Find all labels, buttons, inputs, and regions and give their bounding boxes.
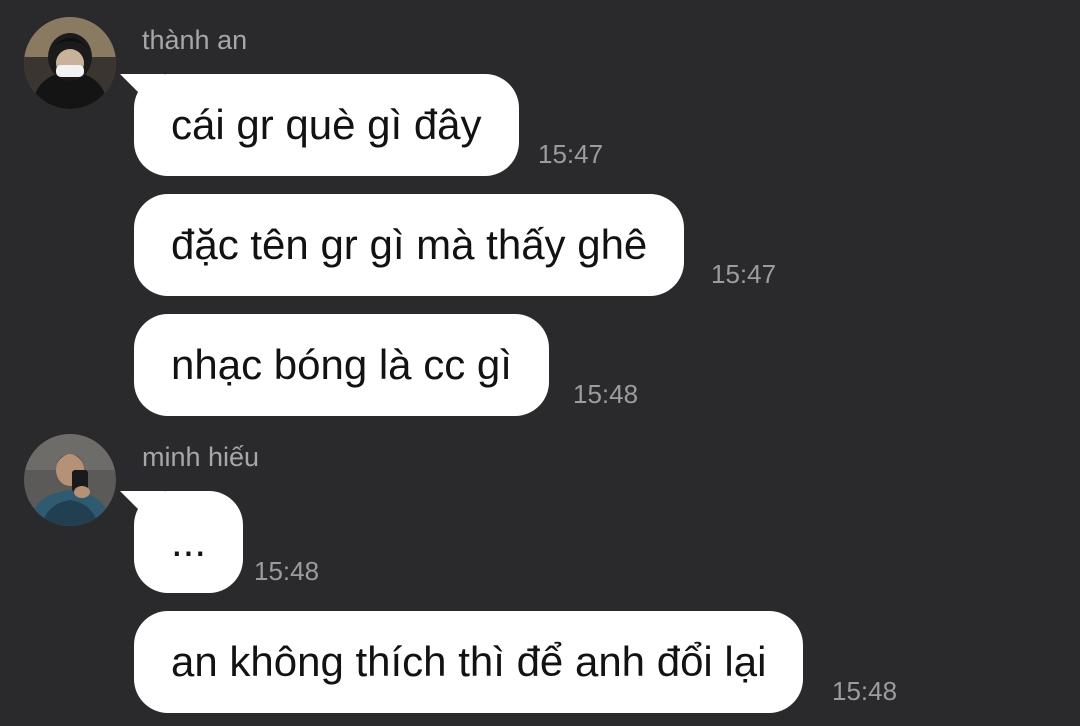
message-time: 15:47 <box>538 139 604 169</box>
sender-name: thành an <box>142 25 248 55</box>
avatar[interactable] <box>24 17 116 109</box>
message-time: 15:47 <box>711 259 777 289</box>
message-bubble[interactable]: ... <box>134 491 244 593</box>
message-bubble[interactable]: đặc tên gr gì mà thấy ghê <box>134 194 685 296</box>
message-time: 15:48 <box>254 556 320 586</box>
message-text: ... <box>171 518 207 565</box>
message-time: 15:48 <box>832 676 898 706</box>
message-bubble[interactable]: cái gr què gì đây <box>134 74 519 176</box>
message-text: cái gr què gì đây <box>171 101 482 148</box>
sender-name: minh hiếu <box>142 442 260 472</box>
message-bubble[interactable]: nhạc bóng là cc gì <box>134 314 549 416</box>
message-time: 15:48 <box>573 379 639 409</box>
message-bubble[interactable]: an không thích thì để anh đổi lại <box>134 611 804 713</box>
avatar[interactable] <box>24 434 116 526</box>
message-text: đặc tên gr gì mà thấy ghê <box>171 221 648 268</box>
message-text: nhạc bóng là cc gì <box>171 341 512 388</box>
message-text: an không thích thì để anh đổi lại <box>171 638 767 685</box>
